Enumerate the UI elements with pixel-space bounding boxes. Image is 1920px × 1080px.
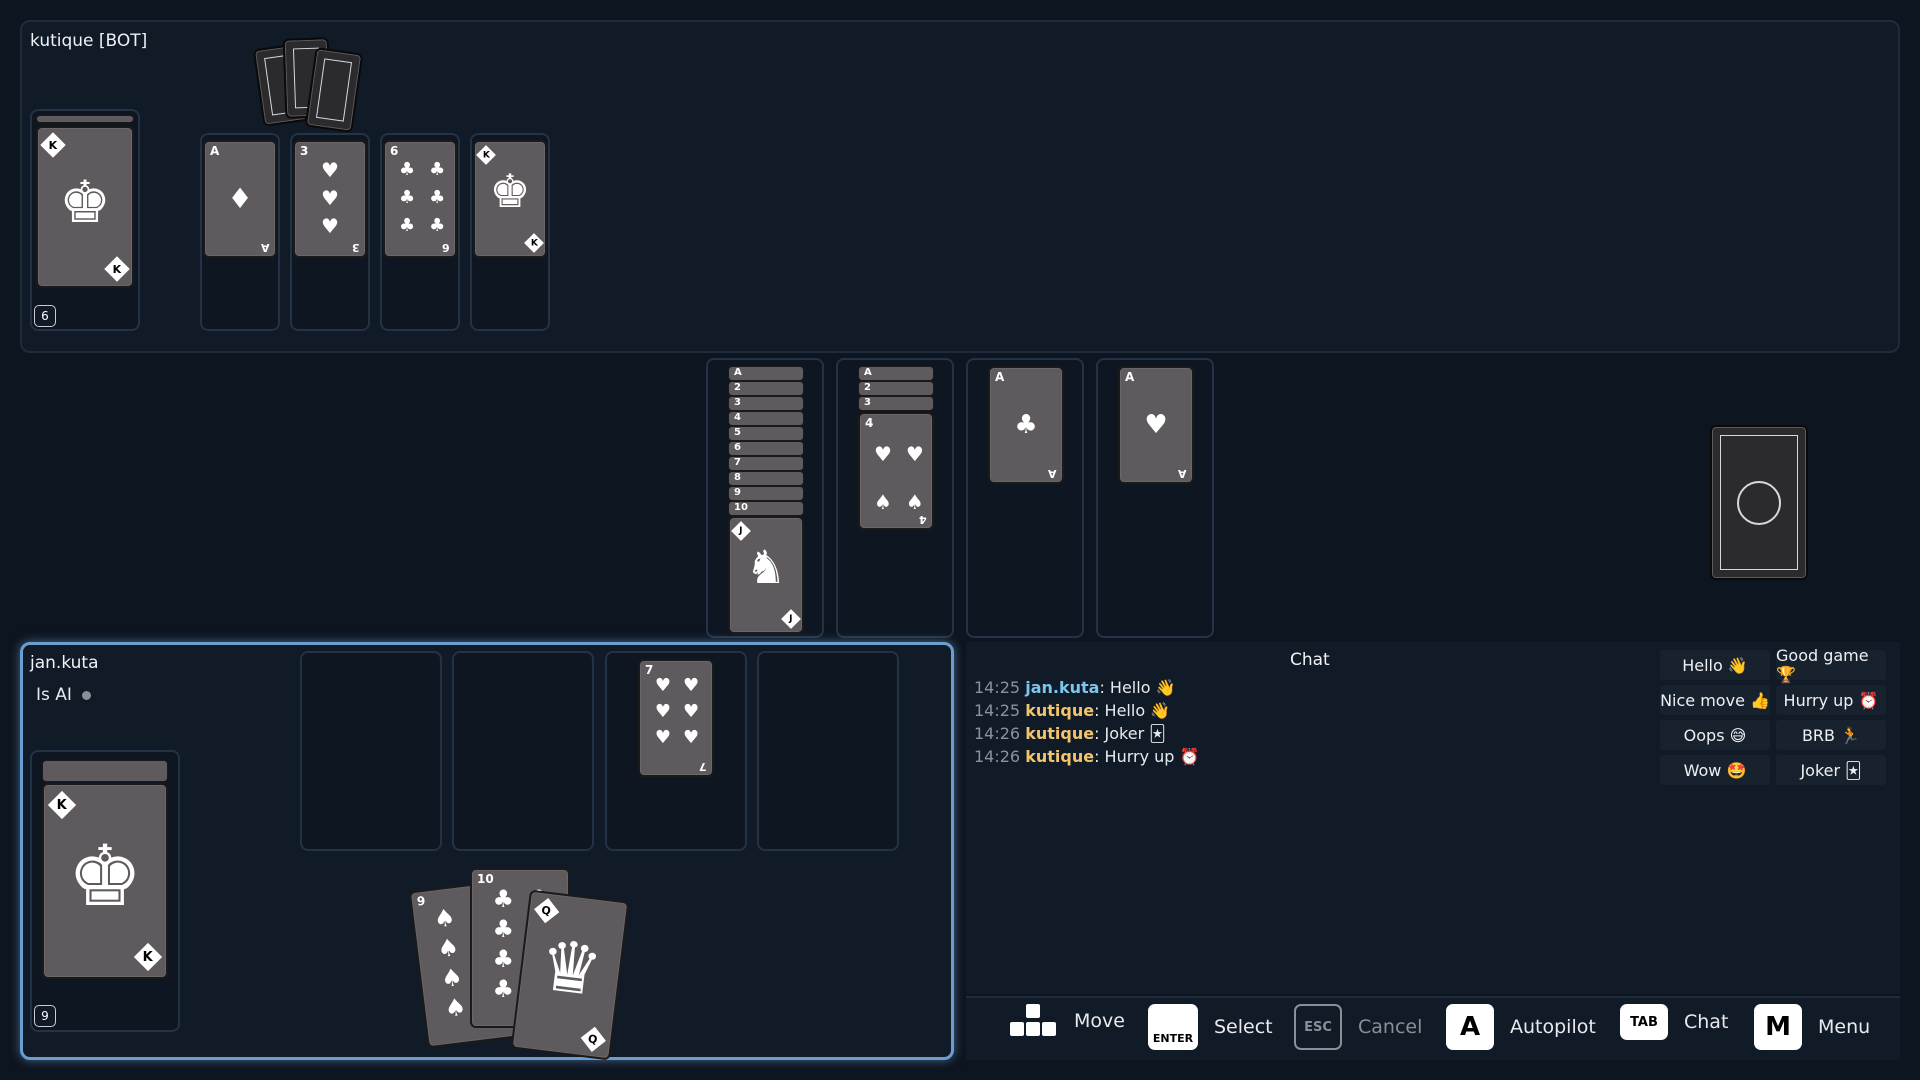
stacked-card-rank: 3 (858, 396, 934, 411)
a-key-icon: A (1446, 1004, 1494, 1050)
opponent-discard-card[interactable]: K ♚ K (473, 140, 547, 258)
player-discard-card[interactable]: 7 ♥♥ ♥♥ ♥♥ 7 (638, 659, 714, 777)
is-ai-toggle[interactable]: Is AI (36, 685, 91, 705)
deck-seal-icon (1737, 480, 1781, 525)
stacked-card-rank: 10 (728, 501, 804, 516)
opponent-stock-top-card: K ♚ K (36, 126, 134, 288)
player-discard-slot-2[interactable] (452, 651, 594, 851)
control-menu[interactable]: M Menu (1754, 1004, 1870, 1050)
player-discard-slot-4[interactable] (757, 651, 899, 851)
stacked-card-rank: 7 (728, 456, 804, 471)
opponent-stock-count: 6 (34, 305, 56, 327)
opponent-discard-card[interactable]: 3 ♥ ♥ ♥ 3 (293, 140, 367, 258)
dpad-icon (1010, 1004, 1056, 1036)
tab-key-icon: TAB (1620, 1004, 1668, 1040)
build-pile-2-top-card: 4 ♥♥ ♠♠ 4 (858, 412, 934, 530)
stacked-card-rank: 4 (728, 411, 804, 426)
stacked-card-rank: 6 (728, 441, 804, 456)
stacked-card-rank: 5 (728, 426, 804, 441)
chat-message: 14:26 kutique: Joker 🃏 (974, 724, 1166, 743)
control-autopilot[interactable]: A Autopilot (1446, 1004, 1596, 1050)
stacked-card-rank: A (728, 366, 804, 381)
control-cancel[interactable]: ESC Cancel (1294, 1004, 1422, 1050)
king-figure-icon: ♚ (67, 827, 143, 925)
queen-figure-icon: ♛ (534, 923, 607, 1013)
build-pile-4-top-card: A ♥ A (1118, 366, 1194, 484)
quick-reply-hurry-up[interactable]: Hurry up ⏰ (1776, 685, 1886, 715)
stacked-card-rank: 3 (728, 396, 804, 411)
control-move[interactable]: Move (1008, 1004, 1125, 1038)
chat-message: 14:25 kutique: Hello 👋 (974, 701, 1171, 720)
player-discard-slot-1[interactable] (300, 651, 442, 851)
chat-title: Chat (1290, 650, 1330, 670)
quick-reply-brb[interactable]: BRB 🏃 (1776, 720, 1886, 750)
opponent-discard-card[interactable]: A ♦ A (203, 140, 277, 258)
quick-reply-wow[interactable]: Wow 🤩 (1660, 755, 1770, 785)
control-select[interactable]: ENTER Select (1148, 1004, 1273, 1050)
quick-reply-good-game[interactable]: Good game 🏆 (1776, 646, 1886, 684)
draw-deck[interactable] (1710, 425, 1808, 580)
quick-reply-joker[interactable]: Joker 🃏 (1776, 755, 1886, 785)
hand-card-3[interactable]: Q ♛ Q (510, 889, 630, 1061)
stacked-card-rank: 9 (728, 486, 804, 501)
opponent-name: kutique [BOT] (30, 31, 148, 51)
quick-reply-oops[interactable]: Oops 😅 (1660, 720, 1770, 750)
chat-message: 14:25 jan.kuta: Hello 👋 (974, 678, 1176, 697)
esc-key-icon: ESC (1294, 1004, 1342, 1050)
quick-reply-nice-move[interactable]: Nice move 👍 (1660, 685, 1770, 715)
build-pile-1-top-card: J ♞ J (728, 516, 804, 634)
stacked-card-rank: 2 (728, 381, 804, 396)
player-stock-top-card[interactable]: K ♚ K (42, 783, 168, 979)
stacked-card-rank: A (858, 366, 934, 381)
jack-figure-icon: ♞ (745, 540, 787, 594)
build-pile-3-top-card: A ♣ A (988, 366, 1064, 484)
player-stock-count: 9 (34, 1005, 56, 1027)
player-name: jan.kuta (30, 653, 99, 673)
opponent-discard-card[interactable]: 6 ♣♣ ♣♣ ♣♣ 6 (383, 140, 457, 258)
stacked-card-rank: 8 (728, 471, 804, 486)
is-ai-indicator-icon (81, 690, 91, 700)
quick-reply-hello[interactable]: Hello 👋 (1660, 650, 1770, 680)
stacked-card-rank: 2 (858, 381, 934, 396)
king-figure-icon: ♚ (59, 168, 111, 236)
king-figure-icon: ♚ (489, 164, 531, 218)
control-chat[interactable]: TAB Chat (1620, 1004, 1728, 1040)
enter-key-icon: ENTER (1148, 1004, 1198, 1050)
chat-message: 14:26 kutique: Hurry up ⏰ (974, 747, 1200, 766)
m-key-icon: M (1754, 1004, 1802, 1050)
